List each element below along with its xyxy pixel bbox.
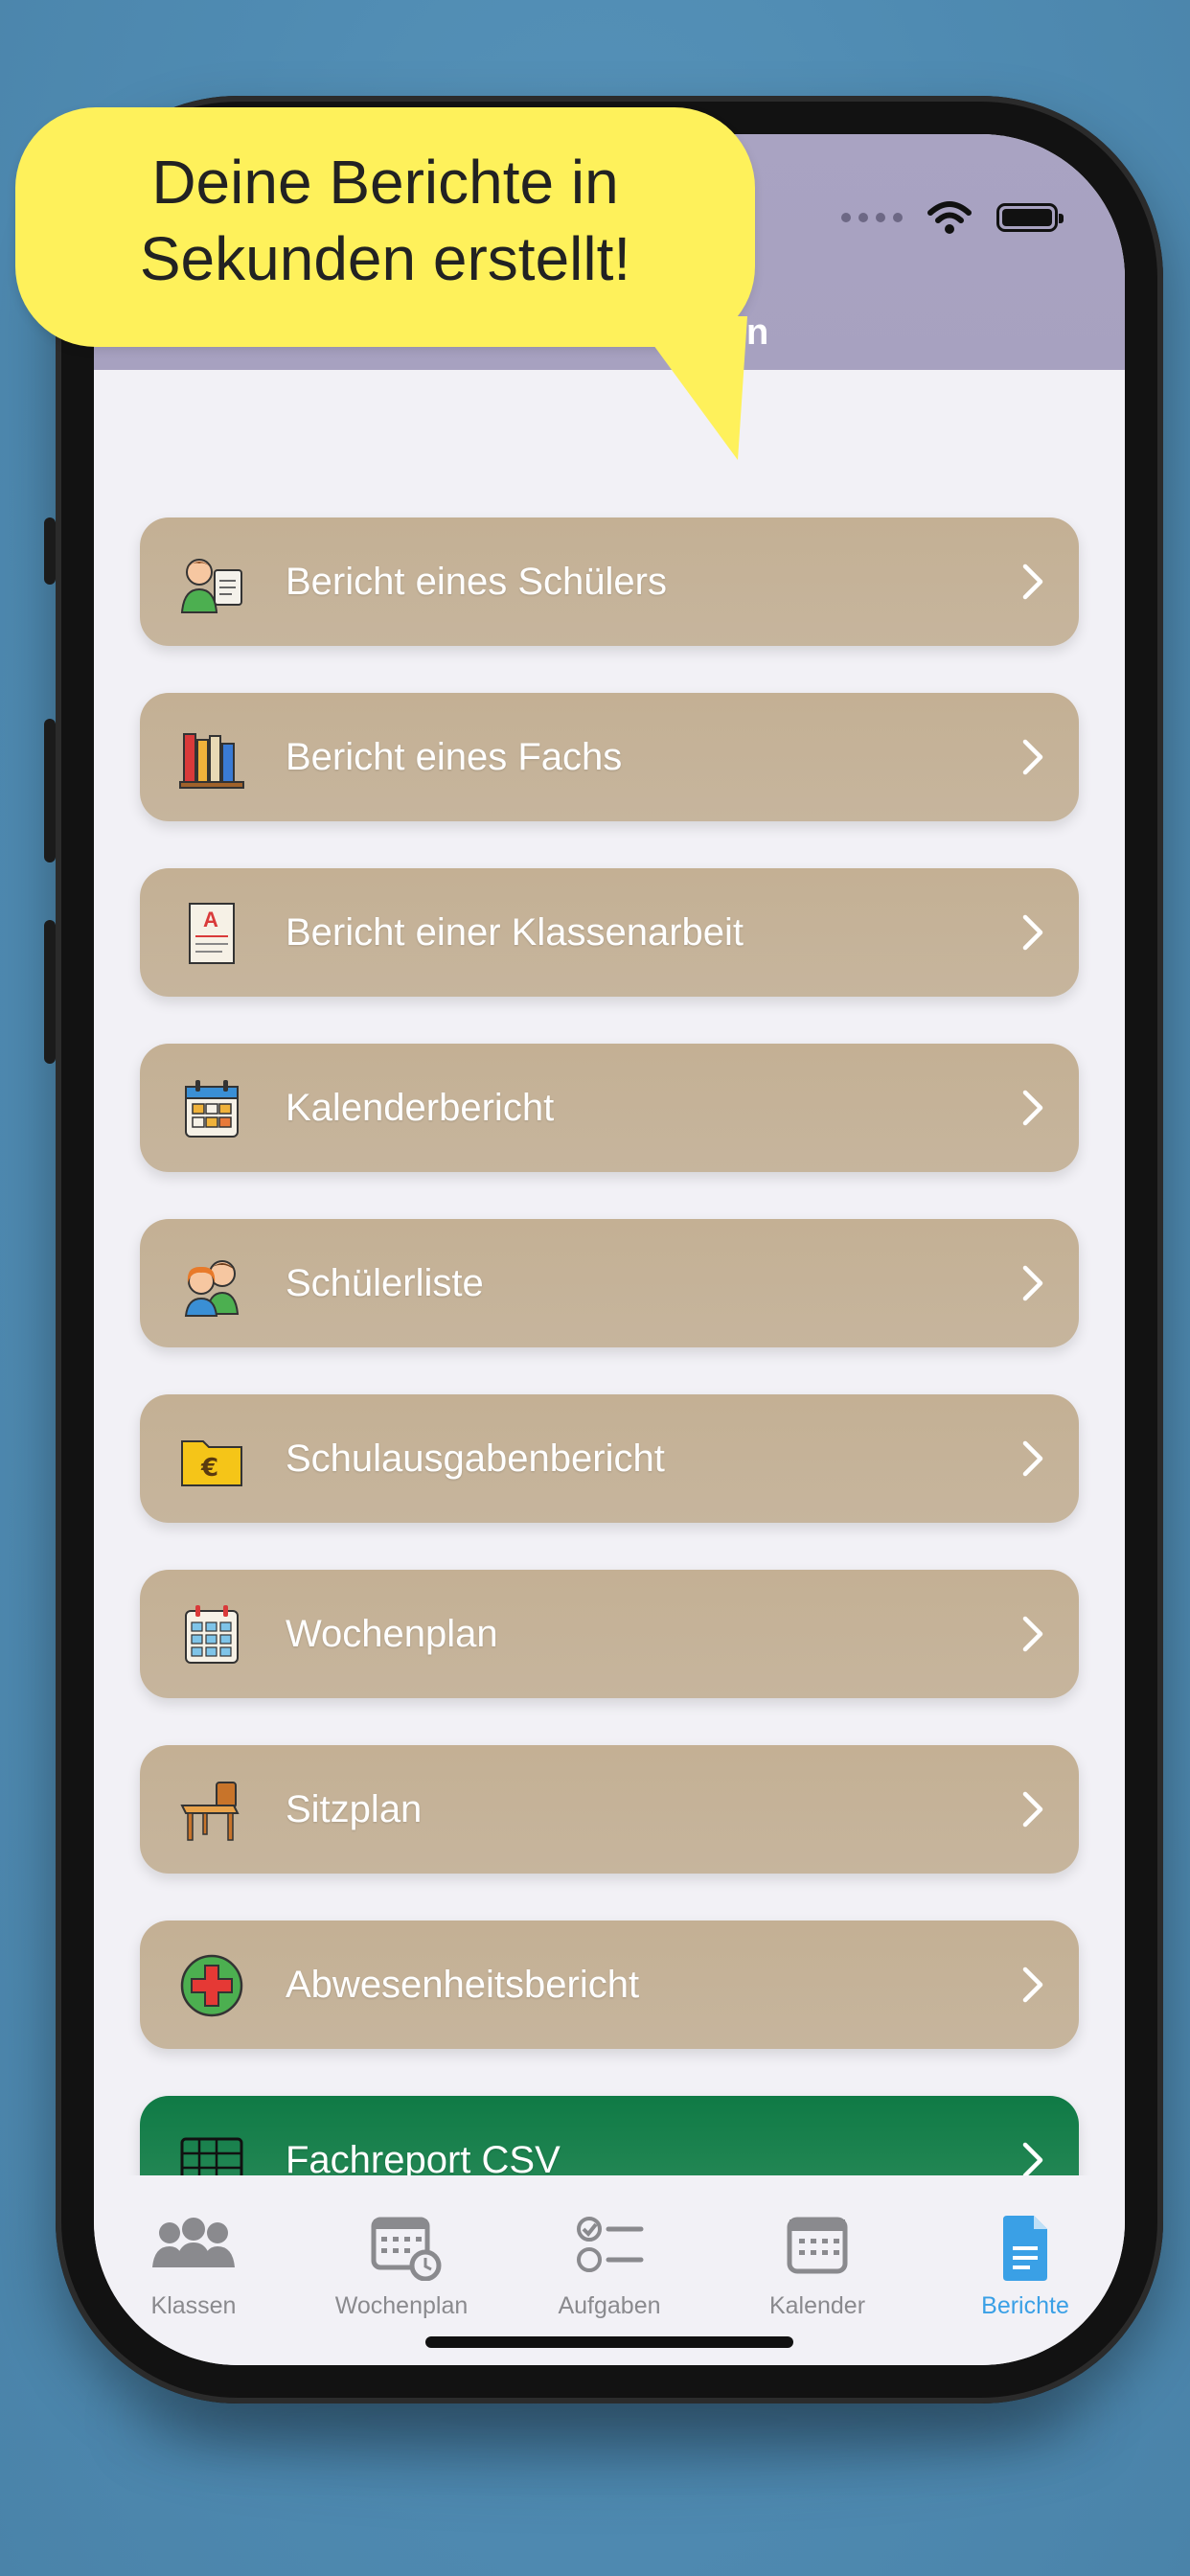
status-bar <box>841 201 1064 234</box>
row-student-list[interactable]: Schülerliste <box>140 1219 1079 1347</box>
chevron-right-icon <box>1022 1616 1043 1652</box>
row-label: Bericht einer Klassenarbeit <box>286 911 744 954</box>
tab-label: Kalender <box>768 2292 866 2319</box>
mute-switch <box>44 518 56 585</box>
books-icon <box>179 733 244 789</box>
row-absence-report[interactable]: Abwesenheitsbericht <box>140 1920 1079 2049</box>
signal-icon <box>841 213 903 222</box>
medical-cross-icon <box>180 1954 243 2017</box>
row-label: Schulausgabenbericht <box>286 1438 665 1480</box>
volume-down-button <box>44 920 56 1064</box>
chevron-right-icon <box>1022 1791 1043 1828</box>
row-label: Abwesenheitsbericht <box>286 1964 640 2006</box>
graded-test-icon: A <box>189 903 235 964</box>
battery-icon <box>996 203 1064 232</box>
callout-line-2: Sekunden erstellt! <box>139 224 631 293</box>
callout-line-1: Deine Berichte in <box>151 148 619 217</box>
row-subject-report[interactable]: Bericht eines Fachs <box>140 693 1079 821</box>
home-indicator[interactable] <box>425 2336 793 2348</box>
chevron-right-icon <box>1022 739 1043 775</box>
svg-text:€: € <box>200 1454 218 1483</box>
calendar-icon <box>185 1080 239 1138</box>
chevron-right-icon <box>1022 2142 1043 2178</box>
tab-label: Aufgaben <box>558 2292 661 2319</box>
tab-kalender[interactable]: Kalender <box>721 2214 913 2320</box>
people-icon <box>152 2218 235 2267</box>
row-calendar-report[interactable]: Kalenderbericht <box>140 1044 1079 1172</box>
euro-folder-icon: € <box>181 1440 242 1486</box>
callout-tail <box>632 316 747 460</box>
chevron-right-icon <box>1022 1090 1043 1126</box>
tab-label: Berichte <box>981 2292 1069 2319</box>
volume-up-button <box>44 719 56 862</box>
row-label: Wochenplan <box>286 1613 498 1655</box>
row-seating-plan[interactable]: Sitzplan <box>140 1745 1079 1874</box>
desk-chair-icon <box>180 1782 240 1841</box>
wifi-icon <box>927 201 972 234</box>
row-label: Schülerliste <box>286 1262 484 1304</box>
chevron-right-icon <box>1022 1265 1043 1301</box>
row-student-report[interactable]: Bericht eines Schülers <box>140 518 1079 646</box>
chevron-right-icon <box>1022 1966 1043 2003</box>
week-calendar-icon <box>185 1605 239 1664</box>
calendar-icon <box>787 2217 848 2274</box>
week-clock-icon <box>371 2217 442 2281</box>
tab-wochenplan[interactable]: Wochenplan <box>306 2214 497 2320</box>
row-label: Bericht eines Schülers <box>286 561 667 603</box>
row-exam-report[interactable]: A Bericht einer Klassenarbeit <box>140 868 1079 997</box>
row-label: Sitzplan <box>286 1788 423 1830</box>
chevron-right-icon <box>1022 564 1043 600</box>
tab-label: Wochenplan <box>334 2292 469 2319</box>
phone-frame: eren Bericht eines Schülers <box>44 96 1163 2404</box>
chevron-right-icon <box>1022 914 1043 951</box>
tab-aufgaben[interactable]: Aufgaben <box>514 2214 705 2320</box>
chevron-right-icon <box>1022 1440 1043 1477</box>
student-report-icon <box>180 559 242 613</box>
tab-klassen[interactable]: Klassen <box>98 2214 289 2320</box>
row-label: Kalenderbericht <box>286 1087 555 1129</box>
tab-label: Klassen <box>150 2292 237 2319</box>
row-label: Bericht eines Fachs <box>286 736 623 778</box>
callout-text: Deine Berichte in Sekunden erstellt! <box>15 144 755 297</box>
app-screen: eren Bericht eines Schülers <box>94 134 1125 2365</box>
document-icon <box>1003 2216 1047 2281</box>
row-school-expenses-report[interactable]: € Schulausgabenbericht <box>140 1394 1079 1523</box>
tab-berichte[interactable]: Berichte <box>929 2214 1121 2320</box>
students-icon <box>184 1260 240 1317</box>
svg-text:A: A <box>203 908 218 932</box>
checklist-icon <box>577 2217 644 2272</box>
row-week-plan[interactable]: Wochenplan <box>140 1570 1079 1698</box>
